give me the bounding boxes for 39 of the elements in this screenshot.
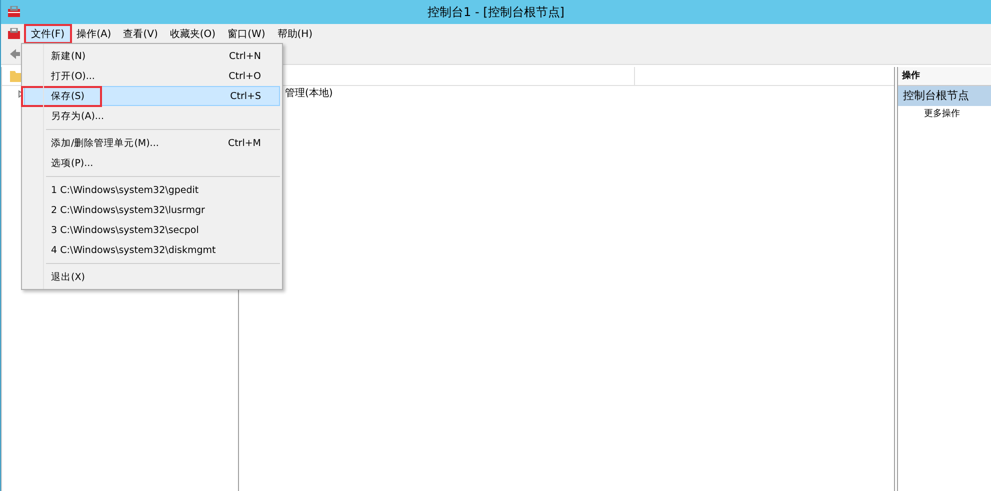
menu-entry-label: 选项(P)...	[51, 156, 94, 170]
menu-entry-label: 2 C:\Windows\system32\lusrmgr	[51, 204, 205, 216]
menu-entry[interactable]: 新建(N) Ctrl+N	[24, 46, 280, 66]
menu-entry-label: 1 C:\Windows\system32\gpedit	[51, 184, 199, 196]
menu-item[interactable]: 窗口(W)	[222, 25, 272, 43]
menu-item[interactable]: 查看(V)	[117, 25, 164, 43]
menu-entry[interactable]: 4 C:\Windows\system32\diskmgmt	[24, 240, 280, 260]
menu-entry-label: 另存为(A)...	[51, 110, 104, 122]
menu-item[interactable]: 收藏夹(O)	[164, 25, 222, 43]
menu-entry[interactable]: 保存(S) Ctrl+S	[24, 86, 280, 106]
toolbox-icon	[7, 6, 21, 18]
menu-entry[interactable]: 打开(O)... Ctrl+O	[24, 66, 280, 86]
menu-entry-label: 退出(X)	[51, 270, 85, 284]
menu-item[interactable]: 文件(F)	[25, 25, 71, 43]
menu-entry-label: 打开(O)...	[51, 70, 95, 82]
shortcut-label: Ctrl+N	[229, 50, 261, 62]
shortcut-label: Ctrl+S	[230, 90, 261, 102]
window-title: 控制台1 - [控制台根节点]	[428, 4, 564, 20]
menu-entry[interactable]: 2 C:\Windows\system32\lusrmgr	[24, 200, 280, 220]
menu-item[interactable]: 操作(A)	[70, 25, 118, 43]
menu-item[interactable]: 帮助(H)	[271, 25, 319, 43]
shortcut-label: Ctrl+O	[228, 70, 261, 82]
menu-entry[interactable]: 1 C:\Windows\system32\gpedit	[24, 180, 280, 200]
menu-entry[interactable]: 3 C:\Windows\system32\secpol	[24, 220, 280, 240]
menu-entry[interactable]: 选项(P)...	[24, 153, 280, 173]
menu-entry-label: 3 C:\Windows\system32\secpol	[51, 224, 199, 236]
back-icon[interactable]	[9, 48, 21, 60]
menu-entry-label: 添加/删除管理单元(M)...	[51, 136, 159, 150]
toolbox-icon	[7, 28, 21, 40]
expand-icon[interactable]	[18, 90, 24, 98]
actions-section-title[interactable]: 控制台根节点	[898, 86, 991, 106]
actions-header: 操作	[898, 67, 991, 86]
menu-entry[interactable]: 添加/删除管理单元(M)... Ctrl+M	[24, 133, 280, 153]
menu-entry-label: 新建(N)	[51, 50, 86, 62]
menu-entry-label: 4 C:\Windows\system32\diskmgmt	[51, 244, 216, 256]
menu-entry[interactable]: 退出(X)	[24, 267, 280, 287]
menu-entry[interactable]: 另存为(A)...	[24, 106, 280, 126]
shortcut-label: Ctrl+M	[228, 138, 261, 148]
action-link[interactable]: 更多操作	[898, 106, 991, 122]
